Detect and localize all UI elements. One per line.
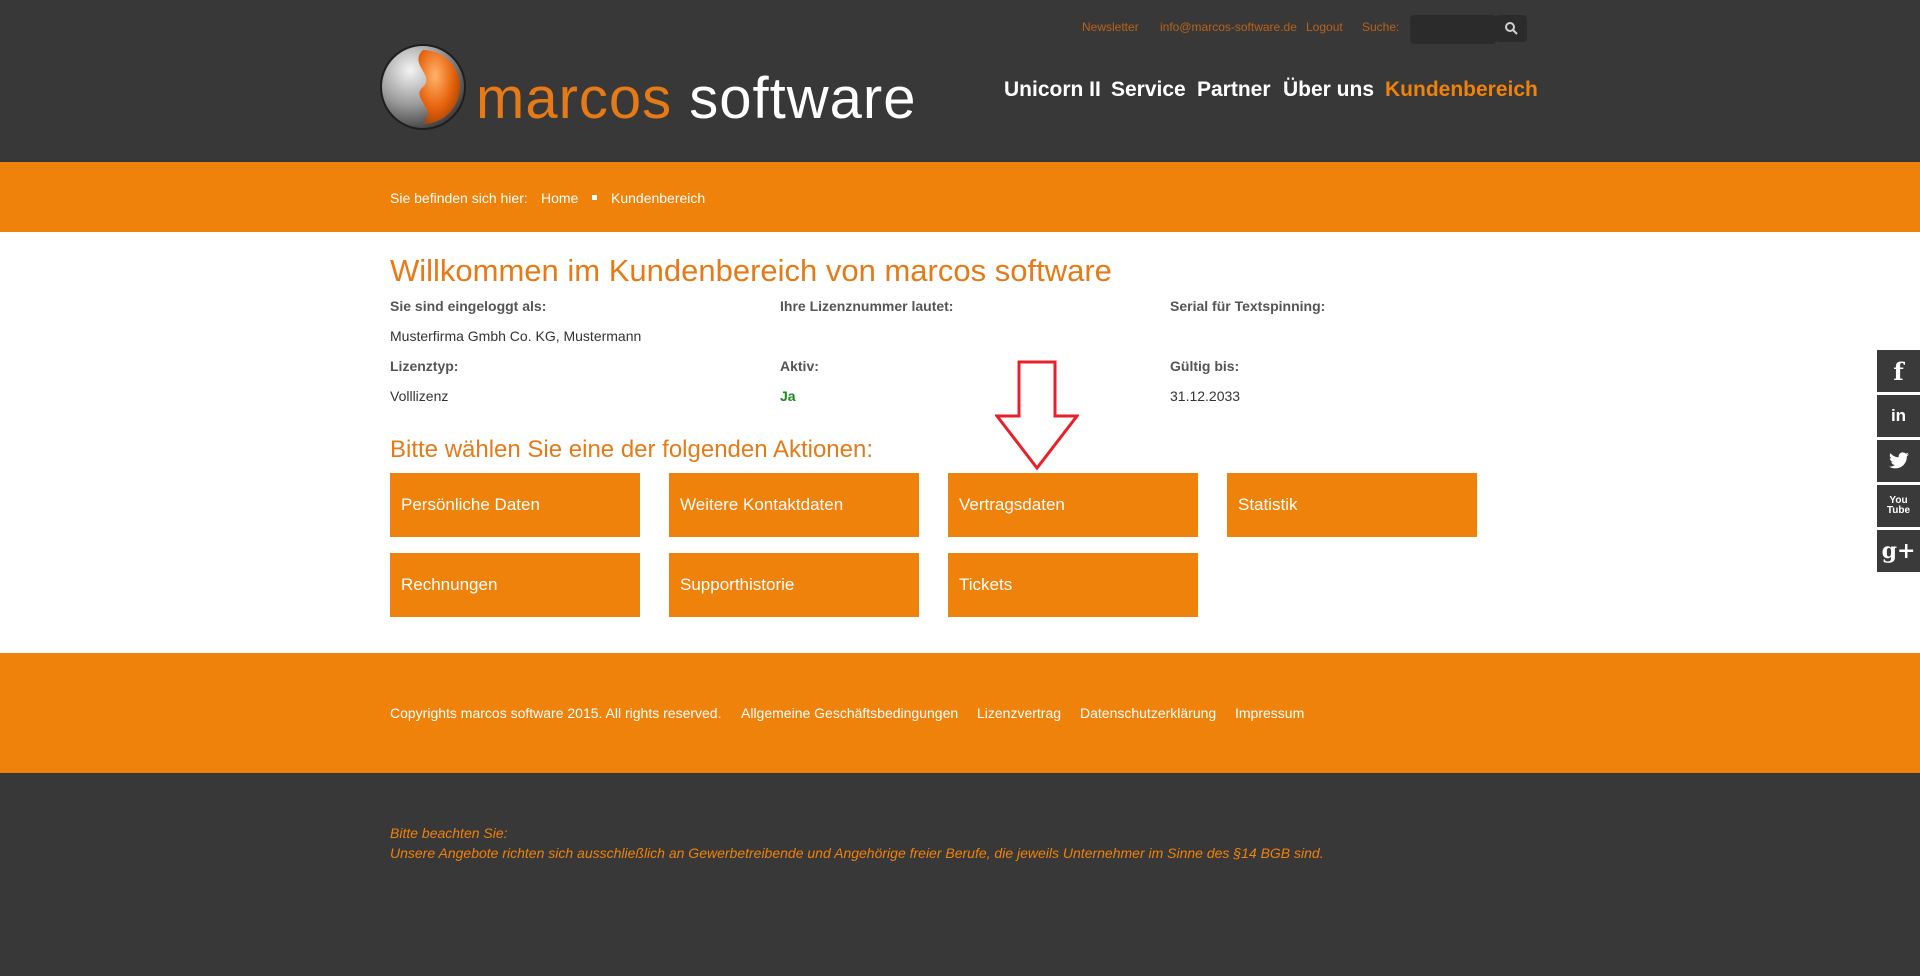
action-vertragsdaten-button[interactable]: Vertragsdaten [948,473,1198,537]
license-number-label: Ihre Lizenznummer lautet: [780,298,954,314]
action-statistik-button[interactable]: Statistik [1227,473,1477,537]
top-link-email[interactable]: info@marcos-software.de [1160,20,1297,34]
actions-title: Bitte wählen Sie eine der folgenden Akti… [390,436,874,463]
footer-link-lizenzvertrag[interactable]: Lizenzvertrag [977,705,1061,721]
search-label: Suche: [1362,20,1400,34]
valid-until-value: 31.12.2033 [1170,388,1241,404]
footer-copyright: Copyrights marcos software 2015. All rig… [390,705,722,721]
nav-kundenbereich[interactable]: Kundenbereich [1385,78,1538,102]
license-type-label: Lizenztyp: [390,358,459,374]
search-icon [1505,22,1518,35]
breadcrumb-bar [0,162,1920,232]
logged-in-value: Musterfirma Gmbh Co. KG, Mustermann [390,328,642,344]
active-label: Aktiv: [780,358,819,374]
footer-link-datenschutz[interactable]: Datenschutzerklärung [1080,705,1216,721]
active-value: Ja [780,388,796,404]
action-rechnungen-button[interactable]: Rechnungen [390,553,640,617]
license-type-value: Volllizenz [390,388,449,404]
serial-label: Serial für Textspinning: [1170,298,1326,314]
footer-link-impressum[interactable]: Impressum [1235,705,1304,721]
notice-title: Bitte beachten Sie: [390,825,508,841]
footer-bar [0,653,1920,773]
nav-ueber-uns[interactable]: Über uns [1283,78,1374,102]
twitter-bird-icon [1888,452,1909,469]
action-weitere-kontaktdaten-button[interactable]: Weitere Kontaktdaten [669,473,919,537]
red-arrow-down-icon [995,360,1079,471]
action-persoenliche-daten-button[interactable]: Persönliche Daten [390,473,640,537]
logo[interactable]: marcos software [378,42,973,132]
breadcrumb-prefix: Sie befinden sich hier: [390,190,528,206]
linkedin-icon[interactable]: in [1877,395,1920,437]
breadcrumb-separator [592,195,597,200]
breadcrumb-current: Kundenbereich [611,190,706,206]
facebook-icon[interactable]: f [1877,350,1920,392]
google-plus-icon[interactable]: g+ [1877,530,1920,572]
top-link-newsletter[interactable]: Newsletter [1082,20,1139,34]
logo-sphere-icon [380,44,466,130]
action-tickets-button[interactable]: Tickets [948,553,1198,617]
valid-until-label: Gültig bis: [1170,358,1240,374]
logged-in-label: Sie sind eingeloggt als: [390,298,547,314]
footer-link-agb[interactable]: Allgemeine Geschäftsbedingungen [741,705,958,721]
logo-word-software: software [689,66,917,131]
breadcrumb-home[interactable]: Home [541,190,578,206]
action-supporthistorie-button[interactable]: Supporthistorie [669,553,919,617]
nav-partner[interactable]: Partner [1197,78,1271,102]
youtube-icon[interactable]: You Tube [1877,485,1920,527]
logo-wordmark: marcos software [476,70,916,128]
top-link-logout[interactable]: Logout [1306,20,1343,34]
nav-service[interactable]: Service [1111,78,1186,102]
logo-word-marcos: marcos [476,66,673,131]
search-button[interactable] [1495,15,1527,42]
twitter-icon[interactable] [1877,440,1920,482]
nav-unicorn[interactable]: Unicorn II [1004,78,1101,102]
page-title: Willkommen im Kundenbereich von marcos s… [390,253,1112,288]
search-input[interactable] [1410,15,1496,44]
notice-text: Unsere Angebote richten sich ausschließl… [390,845,1324,861]
